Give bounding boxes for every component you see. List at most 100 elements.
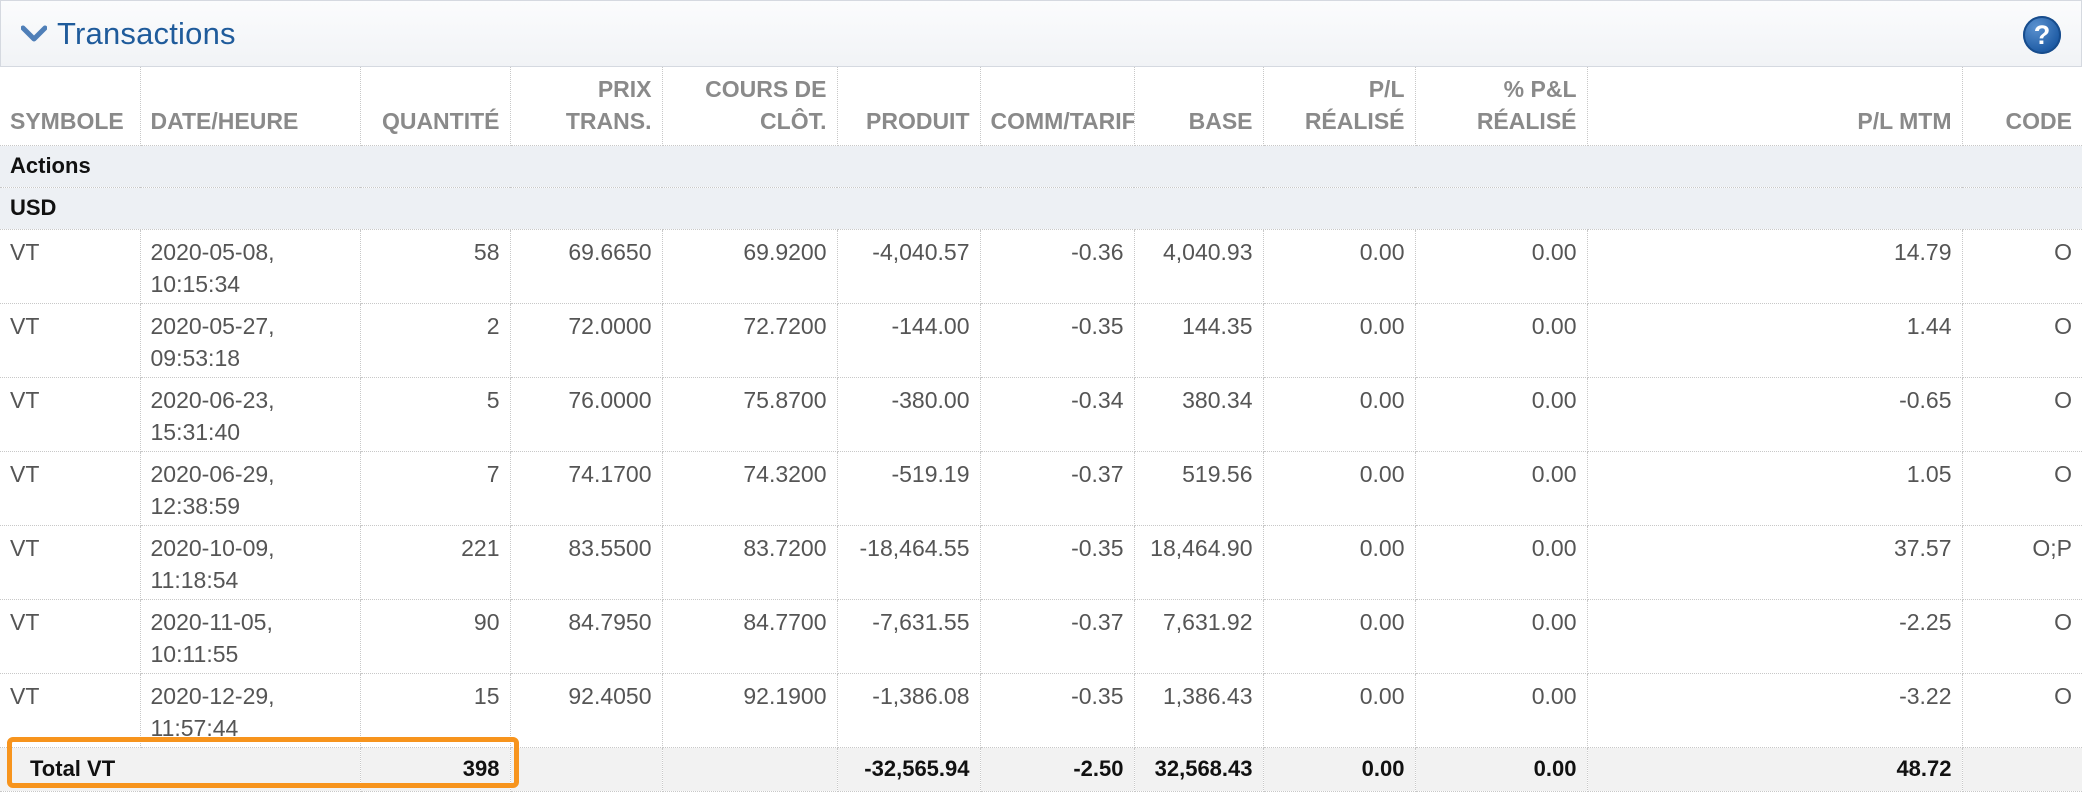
cell-prix: 74.1700 (510, 451, 663, 526)
cell-pl-realise: 0.00 (1263, 599, 1416, 674)
table-row: VT 2020-05-08, 10:15:34 58 69.6650 69.920… (0, 229, 2082, 304)
col-header-quantite[interactable]: QUANTITÉ (360, 67, 511, 146)
help-question-icon[interactable]: ? (2023, 16, 2061, 54)
cell-comm: -0.35 (980, 525, 1135, 600)
cell-date-time: 12:38:59 (150, 492, 241, 519)
cell-pct-pl-realise: 0.00 (1415, 451, 1588, 526)
header-row: SYMBOLE DATE/HEURE QUANTITÉ PRIX TRANS. … (0, 67, 2082, 146)
cell-cours: 83.7200 (662, 525, 838, 600)
col-header-cours[interactable]: COURS DE CLÔT. (662, 67, 838, 146)
cell-base: 18,464.90 (1134, 525, 1264, 600)
cell-cours: 75.8700 (662, 377, 838, 452)
cell-produit: -380.00 (837, 377, 981, 452)
panel-title[interactable]: Transactions (57, 16, 236, 52)
cell-comm: -0.37 (980, 599, 1135, 674)
total-pl-mtm: 48.72 (1587, 747, 1963, 792)
cell-cours: 84.7700 (662, 599, 838, 674)
total-row: Total VT 398 -32,565.94 -2.50 32,568.43 … (0, 747, 2082, 792)
cell-code: O (1962, 377, 2082, 452)
cell-base: 7,631.92 (1134, 599, 1264, 674)
cell-base: 4,040.93 (1134, 229, 1264, 304)
col-header-prix[interactable]: PRIX TRANS. (510, 67, 663, 146)
col-header-code[interactable]: CODE (1962, 67, 2082, 146)
cell-symbole: VT (0, 229, 141, 304)
cell-cours: 92.1900 (662, 673, 838, 748)
cell-date-time: 15:31:40 (150, 418, 241, 445)
total-prix-empty (510, 747, 663, 792)
cell-date-time: 10:11:55 (150, 640, 239, 667)
cell-date: 2020-11-05, 10:11:55 (140, 599, 361, 674)
cell-pct-pl-realise: 0.00 (1415, 525, 1588, 600)
cell-date: 2020-06-29, 12:38:59 (140, 451, 361, 526)
cell-pl-realise: 0.00 (1263, 303, 1416, 378)
cell-pl-mtm: 37.57 (1587, 525, 1963, 600)
cell-date-time: 11:57:44 (150, 714, 239, 741)
cell-comm: -0.37 (980, 451, 1135, 526)
cell-comm: -0.36 (980, 229, 1135, 304)
cell-comm: -0.34 (980, 377, 1135, 452)
table-row: VT 2020-06-29, 12:38:59 7 74.1700 74.3200… (0, 451, 2082, 526)
cell-code: O;P (1962, 525, 2082, 600)
col-header-symbole[interactable]: SYMBOLE (0, 67, 141, 146)
cell-date-day: 2020-05-08, (150, 238, 275, 265)
cell-prix: 76.0000 (510, 377, 663, 452)
cell-pct-pl-realise: 0.00 (1415, 599, 1588, 674)
cell-symbole: VT (0, 599, 141, 674)
cell-pl-realise: 0.00 (1263, 451, 1416, 526)
cell-produit: -1,386.08 (837, 673, 981, 748)
col-header-pl-realise[interactable]: P/L RÉALISÉ (1263, 67, 1416, 146)
cell-date-day: 2020-12-29, (150, 682, 275, 709)
total-produit: -32,565.94 (837, 747, 981, 792)
cell-date: 2020-05-08, 10:15:34 (140, 229, 361, 304)
cell-code: O (1962, 303, 2082, 378)
cell-date: 2020-06-23, 15:31:40 (140, 377, 361, 452)
collapse-toggle[interactable]: Transactions (21, 16, 236, 52)
cell-code: O (1962, 673, 2082, 748)
cell-pl-realise: 0.00 (1263, 525, 1416, 600)
cell-pl-mtm: -0.65 (1587, 377, 1963, 452)
cell-pct-pl-realise: 0.00 (1415, 673, 1588, 748)
cell-date-time: 10:15:34 (150, 270, 241, 297)
cell-pl-mtm: -3.22 (1587, 673, 1963, 748)
cell-date-time: 09:53:18 (150, 344, 241, 371)
total-pct-pl-realise: 0.00 (1415, 747, 1588, 792)
cell-pl-mtm: 14.79 (1587, 229, 1963, 304)
cell-produit: -7,631.55 (837, 599, 981, 674)
table-row: VT 2020-10-09, 11:18:54 221 83.5500 83.72… (0, 525, 2082, 600)
cell-pct-pl-realise: 0.00 (1415, 377, 1588, 452)
group-label-asset-class: Actions (0, 145, 2082, 188)
cell-pct-pl-realise: 0.00 (1415, 303, 1588, 378)
cell-code: O (1962, 451, 2082, 526)
col-header-base[interactable]: BASE (1134, 67, 1264, 146)
col-header-pct-pl-realise[interactable]: % P&L RÉALISÉ (1415, 67, 1588, 146)
cell-quantite: 2 (360, 303, 511, 378)
cell-base: 1,386.43 (1134, 673, 1264, 748)
cell-date-time: 11:18:54 (150, 566, 239, 593)
col-header-comm[interactable]: COMM/TARIF (980, 67, 1135, 146)
cell-date: 2020-05-27, 09:53:18 (140, 303, 361, 378)
group-row-currency: USD (0, 187, 2082, 230)
total-pl-realise: 0.00 (1263, 747, 1416, 792)
cell-produit: -519.19 (837, 451, 981, 526)
chevron-down-icon[interactable] (21, 24, 47, 44)
cell-code: O (1962, 229, 2082, 304)
cell-base: 144.35 (1134, 303, 1264, 378)
total-label: Total VT (0, 747, 361, 792)
cell-comm: -0.35 (980, 303, 1135, 378)
cell-quantite: 221 (360, 525, 511, 600)
total-quantite: 398 (360, 747, 511, 792)
cell-date-day: 2020-10-09, (150, 534, 275, 561)
cell-date: 2020-12-29, 11:57:44 (140, 673, 361, 748)
cell-symbole: VT (0, 303, 141, 378)
cell-cours: 74.3200 (662, 451, 838, 526)
col-header-date[interactable]: DATE/HEURE (140, 67, 361, 146)
cell-pct-pl-realise: 0.00 (1415, 229, 1588, 304)
col-header-pl-mtm[interactable]: P/L MTM (1587, 67, 1963, 146)
cell-produit: -144.00 (837, 303, 981, 378)
cell-quantite: 15 (360, 673, 511, 748)
cell-pl-realise: 0.00 (1263, 229, 1416, 304)
cell-pl-realise: 0.00 (1263, 377, 1416, 452)
cell-cours: 69.9200 (662, 229, 838, 304)
panel-header: Transactions ? (0, 0, 2082, 67)
col-header-produit[interactable]: PRODUIT (837, 67, 981, 146)
